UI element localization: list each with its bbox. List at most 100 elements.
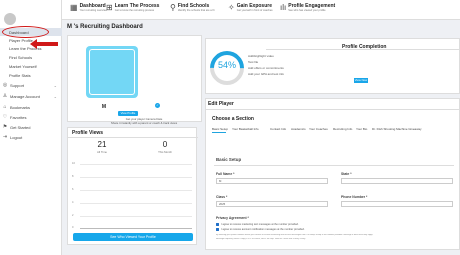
sidebar: Dashboard Player Profile Learn the Proce… — [0, 0, 62, 255]
profile-photo-placeholder[interactable] — [86, 46, 138, 98]
grid-line — [80, 216, 192, 217]
consent-checkbox-2[interactable] — [216, 228, 219, 231]
sidebar-item-label: Manage Account — [10, 93, 40, 99]
fine-print: Message frequency varies. Reply STOP to … — [216, 238, 306, 240]
tab-contact-info[interactable]: Contact Info — [270, 127, 286, 131]
nav-gain-exposure[interactable]: ✧ Gain Exposure Get yourself in front of … — [228, 3, 273, 13]
star-icon: ✧ — [228, 3, 235, 12]
fine-print: By entering your phone number above you … — [216, 234, 373, 236]
nav-learn-process[interactable]: ⊞ Learn The Process Get to know the recru… — [106, 3, 159, 13]
profile-card-text: Share it instantly with a parent or coac… — [110, 121, 178, 125]
basic-setup-title: Basic Setup — [216, 157, 242, 162]
this-month-value: 0 — [162, 140, 168, 149]
nav-subtitle: Identify the schools that are a fit — [177, 9, 215, 12]
completion-item[interactable]: Add your GPA and test info — [248, 72, 284, 76]
consent-text-2: I agree to receive account notification … — [221, 228, 305, 231]
sidebar-item-favorites[interactable]: ♡ Favorites — [0, 113, 62, 121]
tab-academics[interactable]: Academics — [291, 127, 306, 131]
nav-dashboard[interactable]: ▦ Dashboard Your recruiting overview — [70, 3, 107, 13]
nav-subtitle: Get yourself in front of coaches — [236, 9, 273, 12]
sidebar-item-support[interactable]: ◎ Support ⌄ — [0, 81, 62, 89]
privacy-label: Privacy Agreement * — [216, 216, 249, 220]
nav-subtitle: Get to know the recruiting process — [114, 9, 155, 12]
grid-line — [80, 164, 192, 165]
view-profile-button[interactable]: View Profile — [118, 111, 138, 116]
verified-icon: ✓ — [155, 103, 160, 108]
sidebar-item-label: Support — [10, 82, 25, 88]
sidebar-item-manage-account[interactable]: ♙ Manage Account ⌄ — [0, 92, 62, 100]
completion-item[interactable]: Add/Highlight video — [248, 54, 274, 58]
nav-subtitle: See who has viewed your profile — [288, 9, 326, 12]
page-title: M 's Recruiting Dashboard — [67, 24, 143, 30]
profile-completion-card: Profile Completion 54% Add/Highlight vid… — [202, 38, 460, 94]
tab-recruiting-info[interactable]: Recruiting Info — [333, 127, 352, 131]
sidebar-item-label: Favorites — [10, 114, 27, 120]
all-time-stat: 21 All Time — [72, 140, 132, 154]
y-tick: 6 — [72, 188, 74, 191]
y-tick: 8 — [72, 175, 74, 178]
annotation-arrow — [36, 41, 58, 46]
tag-icon: ⚑ — [2, 124, 8, 130]
user-icon: ♙ — [2, 93, 8, 99]
class-label: Class * — [216, 195, 228, 199]
all-time-label: All Time — [97, 150, 107, 154]
tab-basic-setup[interactable]: Basic Setup — [212, 127, 228, 131]
state-select[interactable] — [341, 178, 453, 184]
support-icon: ◎ — [2, 82, 8, 88]
profile-views-title: Profile Views — [72, 130, 104, 136]
grid-line — [80, 190, 192, 191]
this-month-label: This Month — [158, 150, 172, 154]
this-month-stat: 0 This Month — [135, 140, 195, 154]
edit-player-title: Edit Player — [208, 101, 234, 107]
logout-icon: ⇥ — [2, 134, 8, 140]
view-now-button[interactable]: View Now — [354, 78, 368, 83]
sidebar-item-label: Find Schools — [9, 54, 33, 60]
full-name-field[interactable]: M — [216, 178, 328, 184]
phone-field[interactable] — [341, 201, 453, 207]
tab-giveaway[interactable]: Dr. Dish Shooting Machine Giveaway — [372, 127, 422, 131]
sidebar-item-market-yourself[interactable]: Market Yourself — [0, 62, 62, 70]
sidebar-item-bookmarks[interactable]: ⌂ Bookmarks — [0, 103, 62, 111]
top-nav: ▦ Dashboard Your recruiting overview ⊞ Le… — [62, 0, 460, 20]
nav-subtitle: Your recruiting overview — [79, 9, 108, 12]
sidebar-item-find-schools[interactable]: Find Schools — [0, 53, 62, 61]
search-icon: ⚲ — [170, 3, 176, 12]
y-tick: 10 — [72, 162, 75, 165]
book-icon: ⊞ — [106, 3, 113, 12]
consent-checkbox-1[interactable] — [216, 223, 219, 226]
sidebar-item-label: Logout — [10, 134, 23, 140]
y-tick: 0 — [72, 226, 74, 229]
completion-item[interactable]: Test file — [248, 60, 258, 64]
sidebar-item-logout[interactable]: ⇥ Logout — [0, 133, 62, 141]
profile-views-card: Profile Views 21 All Time 0 This Month 1… — [67, 127, 198, 245]
chevron-down-icon: ⌄ — [53, 82, 57, 88]
y-tick: 4 — [72, 201, 74, 204]
tab-basketball-info[interactable]: Your Basketball Info — [232, 127, 259, 131]
heart-icon: ♡ — [2, 114, 8, 120]
bookmark-icon: ⌂ — [3, 104, 7, 110]
nav-find-schools[interactable]: ⚲ Find Schools Identify the schools that … — [170, 3, 214, 13]
tab-your-bio[interactable]: Your Bio — [356, 127, 367, 131]
see-who-viewed-button[interactable]: See Who Viewed Your Profile — [73, 233, 193, 241]
y-tick: 2 — [72, 214, 74, 217]
completion-percent: 54% — [217, 60, 236, 70]
sidebar-item-get-started[interactable]: ⚑ Get Started — [0, 123, 62, 131]
phone-label: Phone Number * — [341, 195, 368, 199]
tab-your-coaches[interactable]: Your Coaches — [309, 127, 328, 131]
completion-item[interactable]: Add offers or commitments — [248, 66, 284, 70]
avatar[interactable] — [4, 13, 16, 25]
profile-card: M ✓ View Profile Get your player Camera … — [67, 35, 202, 125]
nav-profile-engagement[interactable]: ılı Profile Engagement See who has viewed… — [280, 3, 335, 13]
active-tab-indicator — [212, 132, 226, 133]
grid-line — [80, 203, 192, 204]
sidebar-item-profile-stats[interactable]: Profile Stats — [0, 71, 62, 79]
sidebar-item-label: Bookmarks — [10, 104, 31, 110]
class-select[interactable]: 2025 — [216, 201, 328, 207]
main-area: ▦ Dashboard Your recruiting overview ⊞ Le… — [62, 0, 460, 255]
choose-section-title: Choose a Section — [212, 116, 254, 122]
grid-line — [80, 228, 192, 229]
sidebar-item-label: Profile Stats — [9, 72, 31, 78]
state-label: State * — [341, 172, 352, 176]
sidebar-item-label: Get Started — [10, 124, 31, 130]
player-name: M — [101, 104, 107, 110]
